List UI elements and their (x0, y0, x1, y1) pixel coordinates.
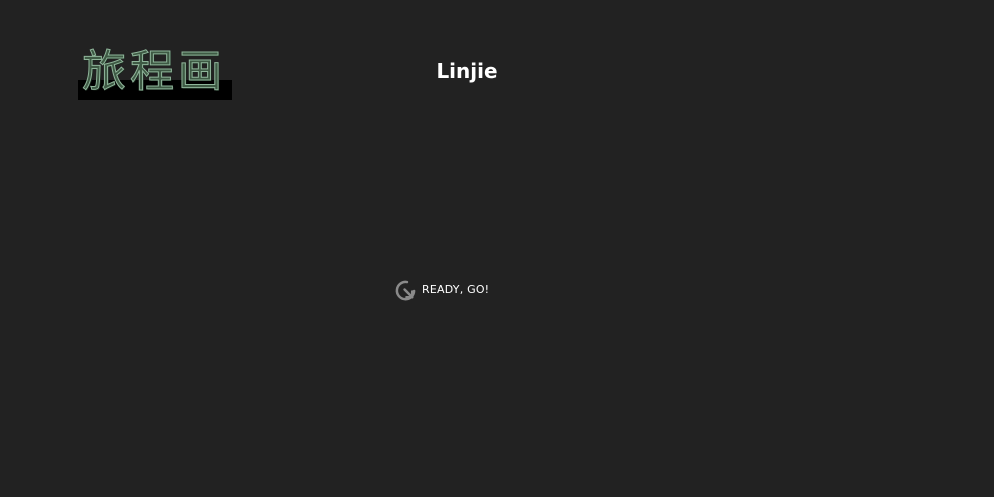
refresh-icon (395, 280, 416, 300)
site-logo[interactable]: 旅程画 (78, 46, 232, 100)
page: 旅程画 Linjie READY, GO! (0, 0, 994, 497)
loader-label: READY, GO! (422, 283, 490, 296)
loading-indicator: READY, GO! (394, 278, 489, 302)
logo-text: 旅程画 (82, 46, 226, 98)
site-title: Linjie (436, 59, 498, 83)
